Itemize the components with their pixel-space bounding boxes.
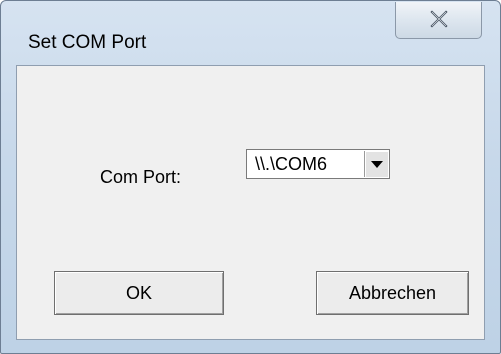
dialog-window: Set COM Port Com Port: \\.\COM6 OK Abbre… — [0, 0, 501, 354]
chevron-down-icon — [371, 161, 383, 168]
com-port-dropdown[interactable]: \\.\COM6 — [246, 149, 390, 179]
dialog-client-area: Com Port: \\.\COM6 OK Abbrechen — [16, 65, 485, 340]
com-port-value: \\.\COM6 — [255, 154, 328, 174]
ok-button[interactable]: OK — [54, 271, 224, 315]
title-bar[interactable]: Set COM Port — [1, 1, 500, 61]
dropdown-button[interactable] — [364, 151, 388, 177]
close-icon — [430, 10, 448, 28]
window-title: Set COM Port — [28, 32, 147, 53]
close-button[interactable] — [395, 2, 482, 39]
com-port-label: Com Port: — [100, 167, 182, 187]
cancel-button[interactable]: Abbrechen — [316, 271, 469, 315]
